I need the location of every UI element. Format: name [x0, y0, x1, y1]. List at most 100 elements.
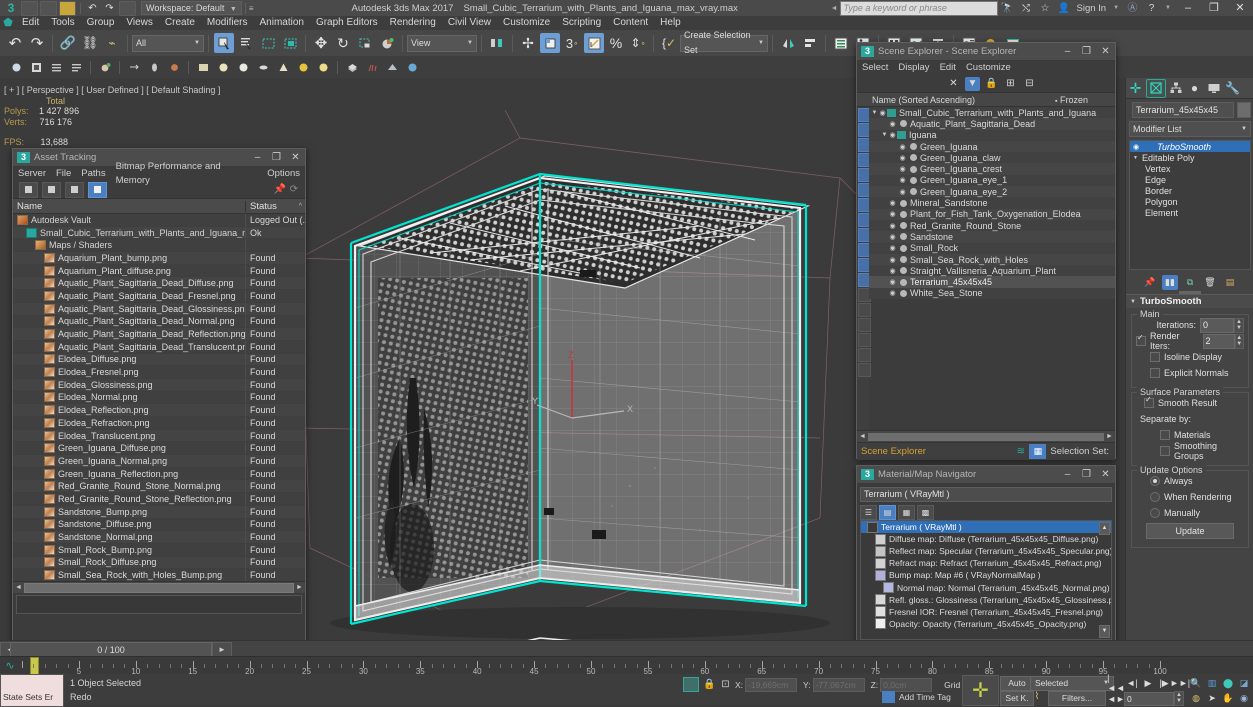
material-minimize-button[interactable]: – — [1058, 467, 1077, 482]
table-row[interactable]: Red_Granite_Round_Stone_Normal.png Found — [13, 480, 305, 494]
spinner-snap-toggle-icon[interactable]: ⇕ ∘ — [628, 33, 648, 53]
scene-menu-select[interactable]: Select — [857, 61, 893, 75]
material-node-row[interactable]: Refract map: Refract (Terrarium_45x45x45… — [861, 557, 1111, 569]
vray-sun-icon[interactable] — [295, 59, 311, 75]
update-always-radio[interactable] — [1150, 476, 1160, 486]
scene-node-row[interactable]: ◉ Small_Rock — [869, 242, 1115, 254]
mirror-icon[interactable] — [778, 33, 798, 53]
visibility-eye-icon[interactable]: ◉ — [898, 176, 907, 184]
chevron-down-icon[interactable]: ▼ — [1113, 5, 1119, 11]
vray-light-mesh-icon[interactable] — [275, 59, 291, 75]
table-row[interactable]: Elodea_Glossiness.png Found — [13, 378, 305, 392]
configure-modifier-sets-icon[interactable]: ▤ — [1222, 275, 1238, 290]
state-sets-panel[interactable]: State Sets Er — [0, 674, 64, 707]
table-row[interactable]: Small_Cubic_Terrarium_with_Plants_and_Ig… — [13, 226, 305, 240]
bind-to-space-warp-icon[interactable]: ⌁ — [102, 33, 122, 53]
visibility-eye-icon[interactable]: ◉ — [888, 131, 897, 139]
menu-item-animation[interactable]: Animation — [253, 16, 309, 30]
star-icon[interactable]: ☆ — [1038, 2, 1053, 15]
table-row[interactable]: Red_Granite_Round_Stone_Reflection.png Fo… — [13, 493, 305, 506]
pan-view-icon[interactable]: ✋ — [1220, 691, 1236, 705]
select-object-icon[interactable] — [214, 33, 234, 53]
binoculars-icon[interactable]: 🔭 — [1000, 2, 1015, 15]
modifier-enable-eye-icon[interactable]: ◉ — [1133, 143, 1139, 151]
visibility-eye-icon[interactable]: ◉ — [898, 188, 907, 196]
remove-modifier-icon[interactable]: 🗑 — [1202, 275, 1218, 290]
view-list-icon[interactable]: ☰ — [860, 505, 877, 520]
scene-node-row[interactable]: ◉ Green_Iguana_claw — [869, 152, 1115, 164]
vray-plane-icon[interactable] — [195, 59, 211, 75]
tab-motion[interactable]: ● — [1186, 80, 1204, 97]
asset-view-files-button[interactable] — [42, 181, 61, 198]
table-row[interactable]: Aquatic_Plant_Sagittaria_Dead_Reflection… — [13, 328, 305, 341]
table-row[interactable]: Elodea_Refraction.png Found — [13, 417, 305, 430]
select-and-link-icon[interactable]: 🔗 — [58, 33, 78, 53]
update-manually-radio[interactable] — [1150, 508, 1160, 518]
modifier-stack-row[interactable]: ◉ TurboSmooth — [1130, 141, 1250, 152]
track-bar[interactable]: ∿ 5 10 15 20 25 30 35 40 45 50 55 60 65 70 75 80 85 90 95 1… — [0, 656, 1253, 676]
scene-node-row[interactable]: ◉ Mineral_Sandstone — [869, 197, 1115, 209]
render-frame-buffer-icon[interactable] — [68, 59, 84, 75]
select-and-manipulate-icon[interactable]: ✢ — [518, 33, 538, 53]
asset-view-hierarchy-button[interactable] — [88, 181, 107, 198]
view-large-icons-icon[interactable]: ▩ — [917, 505, 934, 520]
scene-minimize-button[interactable]: – — [1058, 44, 1077, 59]
vray-fur-icon[interactable] — [364, 59, 380, 75]
scroll-up-icon[interactable]: ▲ — [1099, 522, 1110, 535]
chevron-down-icon[interactable]: ▼ — [871, 110, 878, 116]
reference-coord-system-combo[interactable]: View ▼ — [407, 34, 477, 52]
visibility-eye-icon[interactable]: ◉ — [898, 154, 907, 162]
scene-menu-edit[interactable]: Edit — [935, 61, 961, 75]
visibility-eye-icon[interactable]: ◉ — [888, 120, 897, 128]
scroll-right-icon[interactable]: ► — [1104, 433, 1115, 440]
menu-item-modifiers[interactable]: Modifiers — [201, 16, 254, 30]
tab-utilities[interactable]: 🔧 — [1224, 80, 1242, 97]
y-coord-field[interactable]: -77,067cm — [812, 677, 865, 692]
previous-frame-icon[interactable]: ◄| — [1124, 676, 1140, 690]
asset-refresh-icon[interactable]: ⟳ — [287, 184, 301, 195]
table-row[interactable]: Small_Rock_Diffuse.png Found — [13, 556, 305, 570]
expand-all-icon[interactable]: ⊞ — [1003, 77, 1018, 91]
scene-explorer-titlebar[interactable]: 3 Scene Explorer - Scene Explorer – ❐ ✕ — [857, 43, 1115, 61]
visibility-eye-icon[interactable]: ◉ — [888, 267, 897, 275]
scene-explorer-window[interactable]: 3 Scene Explorer - Scene Explorer – ❐ ✕ … — [856, 42, 1116, 460]
x-coord-field[interactable]: -19,669cm — [745, 677, 798, 692]
scroll-left-icon[interactable]: ◄ — [13, 584, 24, 591]
frame-spinner[interactable]: ▲ ▼ — [1174, 691, 1184, 706]
table-row[interactable]: Aquatic_Plant_Sagittaria_Dead_Fresnel.pn… — [13, 290, 305, 303]
snaps-toggle-icon[interactable] — [540, 33, 560, 53]
table-row[interactable]: Green_Iguana_Reflection.png Found — [13, 467, 305, 481]
select-and-scale-icon[interactable] — [355, 33, 375, 53]
table-row[interactable]: Sandstone_Bump.png Found — [13, 505, 305, 519]
scene-node-row[interactable]: ◉ Aquatic_Plant_Sagittaria_Dead — [869, 118, 1115, 130]
render-iterative-icon[interactable] — [28, 59, 44, 75]
asset-menu-file[interactable]: File — [51, 167, 76, 181]
scene-node-row[interactable]: ◉ Red_Granite_Round_Stone — [869, 219, 1115, 232]
pin-stack-icon[interactable]: 📌 — [1142, 275, 1158, 290]
vray-ies-light-icon[interactable] — [255, 59, 271, 75]
select-and-rotate-icon[interactable]: ↻ — [333, 33, 353, 53]
modifier-stack-row[interactable]: Border — [1130, 185, 1250, 196]
scene-menu-display[interactable]: Display — [893, 61, 934, 75]
render-production-icon[interactable] — [8, 59, 24, 75]
material-name-field[interactable]: Terrarium ( VRayMtl ) — [860, 487, 1112, 502]
scene-node-row[interactable]: ◉ Terrarium_45x45x45 — [869, 276, 1115, 288]
materials-checkbox[interactable] — [1160, 430, 1170, 440]
go-to-end-icon[interactable]: ►►| — [1170, 676, 1190, 690]
collapse-all-icon[interactable]: ⊟ — [1022, 77, 1037, 91]
menu-item-content[interactable]: Content — [607, 16, 654, 30]
scroll-right-icon[interactable]: ► — [294, 584, 305, 591]
scene-col-frozen[interactable]: ▪ Frozen — [1051, 95, 1115, 105]
play-animation-icon[interactable]: ▶ — [1140, 676, 1156, 690]
visibility-eye-icon[interactable]: ◉ — [888, 233, 897, 241]
asset-view-paths-button[interactable] — [19, 181, 38, 198]
filter-funnel-icon[interactable]: ▼ — [965, 76, 980, 91]
zoom-extents-icon[interactable]: ⬤ — [1220, 676, 1236, 690]
scene-maximize-button[interactable]: ❐ — [1077, 44, 1096, 59]
object-color-swatch[interactable] — [1237, 102, 1251, 118]
z-coord-field[interactable]: 0,0cm — [880, 677, 933, 692]
asset-view-details-button[interactable] — [65, 181, 84, 198]
visibility-eye-icon[interactable]: ◉ — [888, 210, 897, 218]
turbosmooth-rollout-header[interactable]: ▼ TurboSmooth — [1126, 294, 1253, 308]
object-name-field[interactable]: Terrarium_45x45x45 — [1132, 102, 1234, 118]
